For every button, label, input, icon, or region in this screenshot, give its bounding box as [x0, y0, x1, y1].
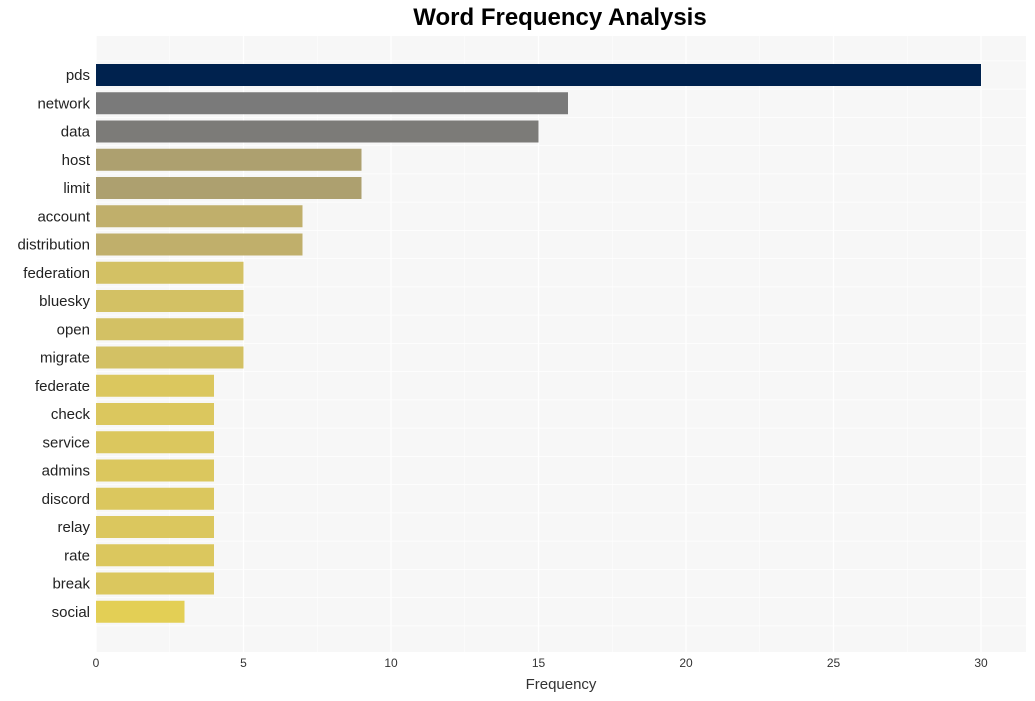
category-label-discord: discord [42, 491, 90, 508]
category-label-data: data [61, 124, 91, 141]
x-tick-0: 0 [93, 656, 100, 670]
x-tick-30: 30 [974, 656, 988, 670]
category-label-social: social [52, 604, 90, 621]
category-label-host: host [62, 152, 91, 169]
category-label-federate: federate [35, 378, 90, 395]
bar-network [96, 92, 568, 115]
x-tick-labels: 0 5 10 15 20 25 30 [93, 656, 988, 670]
bar-relay [96, 516, 214, 538]
bar-federation [96, 261, 244, 284]
bar-pds [96, 64, 981, 86]
bar-federate [96, 374, 214, 397]
category-label-service: service [42, 434, 90, 451]
category-label-distribution: distribution [17, 237, 90, 254]
bar-service [96, 431, 214, 454]
category-label-break: break [52, 576, 90, 593]
x-tick-10: 10 [384, 656, 398, 670]
bar-open [96, 318, 244, 341]
category-label-network: network [37, 95, 90, 112]
category-label-rate: rate [64, 547, 90, 564]
x-tick-20: 20 [679, 656, 693, 670]
category-label-federation: federation [23, 265, 90, 282]
bar-chart: pds network data host limit account distributi… [17, 36, 1026, 693]
bar-bluesky [96, 290, 244, 312]
bar-discord [96, 487, 214, 510]
category-label-admins: admins [42, 463, 90, 480]
bar-admins [96, 459, 214, 482]
x-tick-5: 5 [240, 656, 247, 670]
bar-social [96, 600, 185, 623]
bar-account [96, 205, 303, 228]
bar-data [96, 120, 539, 143]
bar-check [96, 403, 214, 425]
bar-rate [96, 544, 214, 567]
bar-limit [96, 177, 362, 199]
bar-break [96, 572, 214, 595]
x-axis-label: Frequency [526, 676, 597, 693]
category-label-migrate: migrate [40, 350, 90, 367]
category-label-bluesky: bluesky [39, 293, 90, 310]
category-label-account: account [37, 208, 90, 225]
category-label-pds: pds [66, 67, 90, 84]
category-label-limit: limit [63, 180, 90, 197]
x-tick-15: 15 [532, 656, 546, 670]
category-label-relay: relay [57, 519, 90, 536]
category-label-check: check [51, 406, 91, 423]
bar-migrate [96, 346, 244, 369]
category-label-open: open [57, 321, 90, 338]
category-labels: pds network data host limit account distributi… [17, 67, 90, 621]
bar-distribution [96, 233, 303, 256]
bar-host [96, 148, 362, 171]
x-tick-25: 25 [827, 656, 841, 670]
